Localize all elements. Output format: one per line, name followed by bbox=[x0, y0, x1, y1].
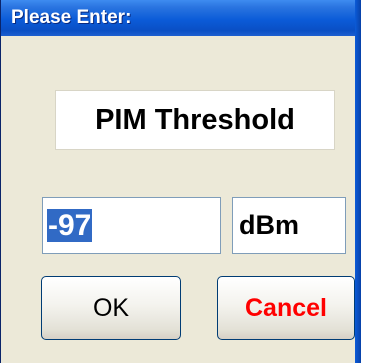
title-bar[interactable]: Please Enter: bbox=[1, 0, 356, 36]
cancel-button[interactable]: Cancel bbox=[217, 276, 355, 340]
threshold-value-input[interactable]: -97 bbox=[42, 197, 221, 254]
field-label: PIM Threshold bbox=[55, 90, 335, 150]
input-dialog: Please Enter: PIM Threshold -97 dBm OK C… bbox=[0, 0, 356, 363]
dialog-title: Please Enter: bbox=[11, 7, 132, 28]
unit-label: dBm bbox=[232, 197, 346, 254]
ok-button[interactable]: OK bbox=[41, 276, 181, 340]
window-frame-edge bbox=[355, 0, 365, 363]
selected-value-text: -97 bbox=[47, 209, 93, 242]
